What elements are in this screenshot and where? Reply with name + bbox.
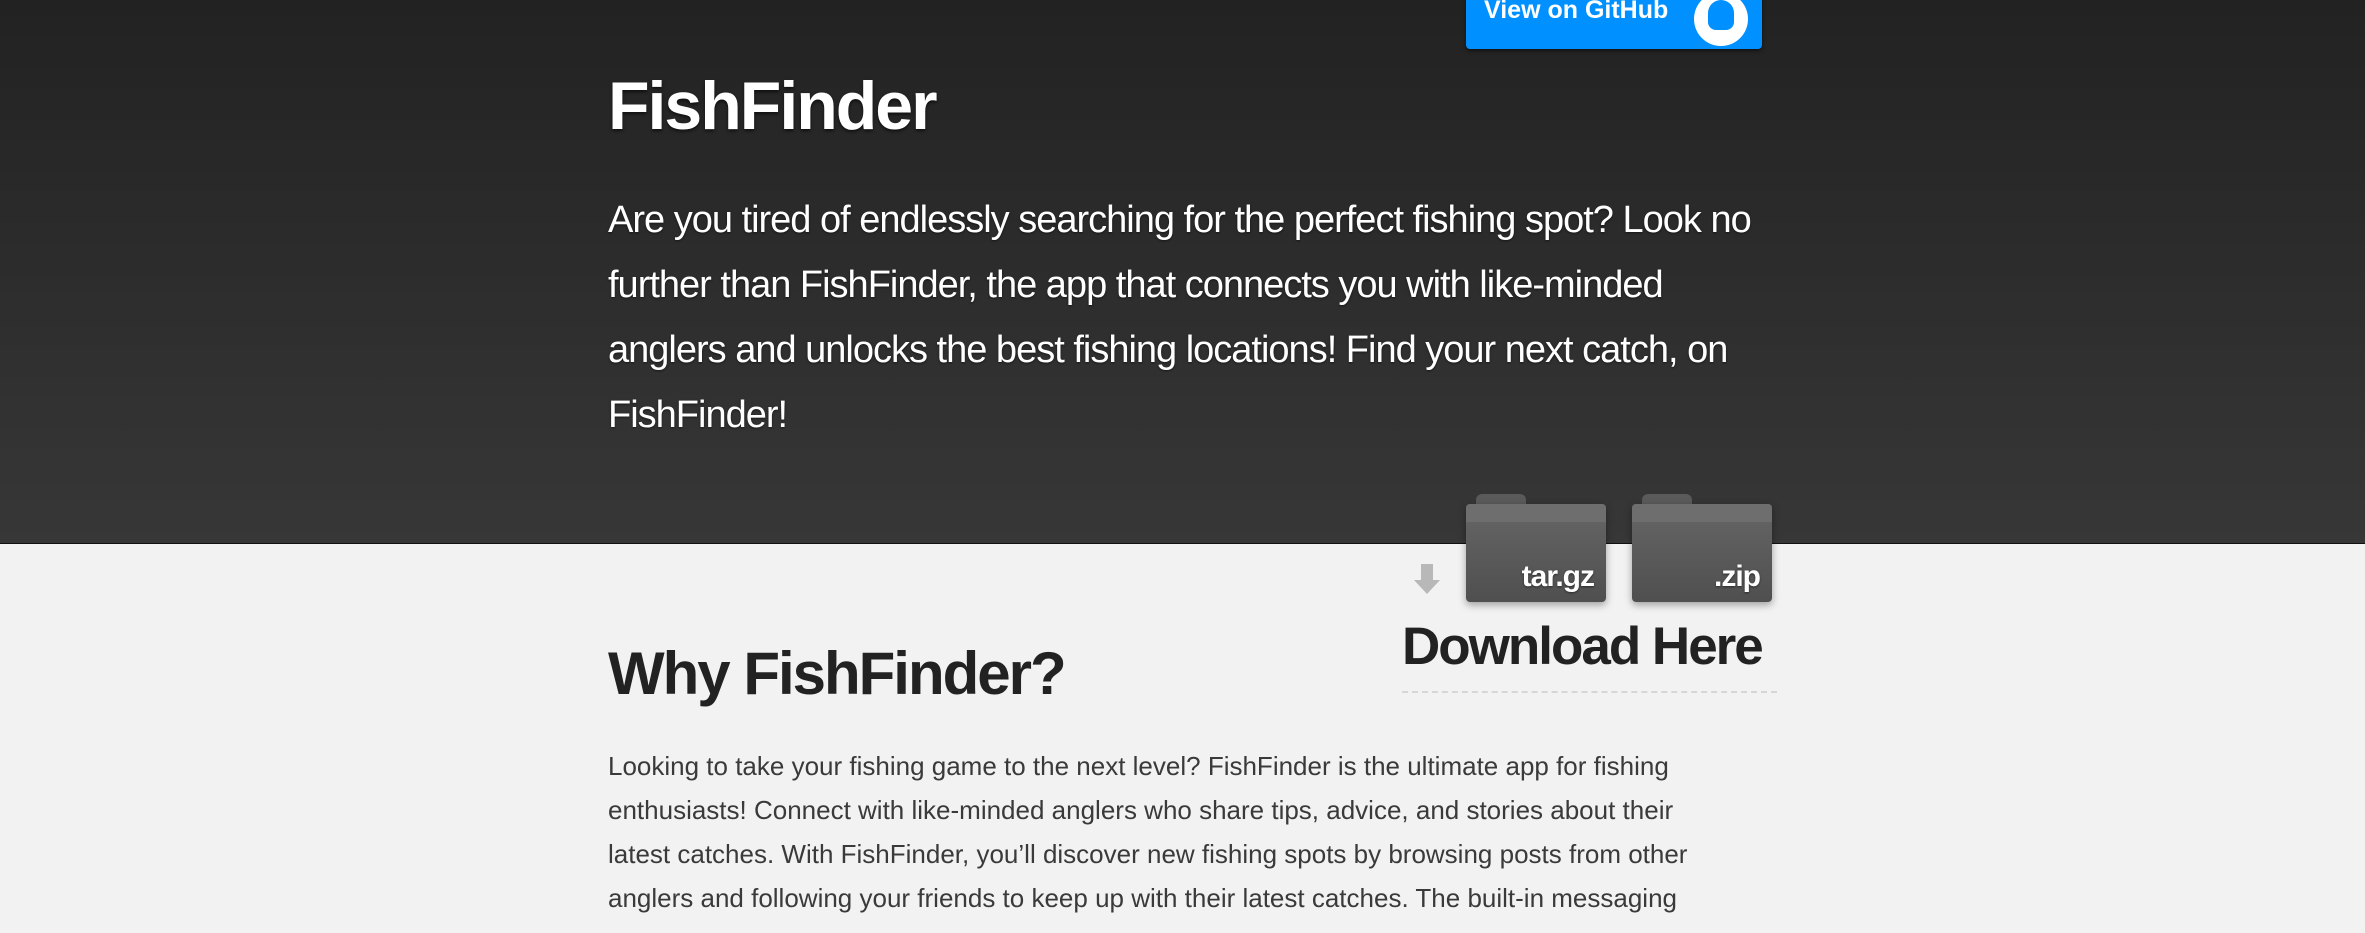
download-arrow-icon bbox=[1414, 564, 1440, 596]
project-title: FishFinder bbox=[608, 68, 938, 144]
download-zip-label: .zip bbox=[1714, 560, 1761, 593]
section-heading: Why FishFinder? bbox=[608, 640, 1067, 707]
header: View on GitHub FishFinder Are you tired … bbox=[0, 0, 2365, 544]
download-tar-gz-label: tar.gz bbox=[1521, 560, 1595, 593]
view-on-github-button[interactable]: View on GitHub bbox=[1466, 0, 1762, 49]
view-on-github-label: View on GitHub bbox=[1484, 0, 1669, 24]
download-tar-gz-button[interactable]: tar.gz bbox=[1466, 494, 1606, 602]
section-paragraph: Looking to take your fishing game to the… bbox=[608, 751, 1688, 913]
download-zip-button[interactable]: .zip bbox=[1632, 494, 1772, 602]
download-heading: Download Here bbox=[1402, 620, 1777, 693]
github-icon bbox=[1694, 0, 1748, 46]
project-tagline: Are you tired of endlessly searching for… bbox=[608, 199, 1752, 436]
